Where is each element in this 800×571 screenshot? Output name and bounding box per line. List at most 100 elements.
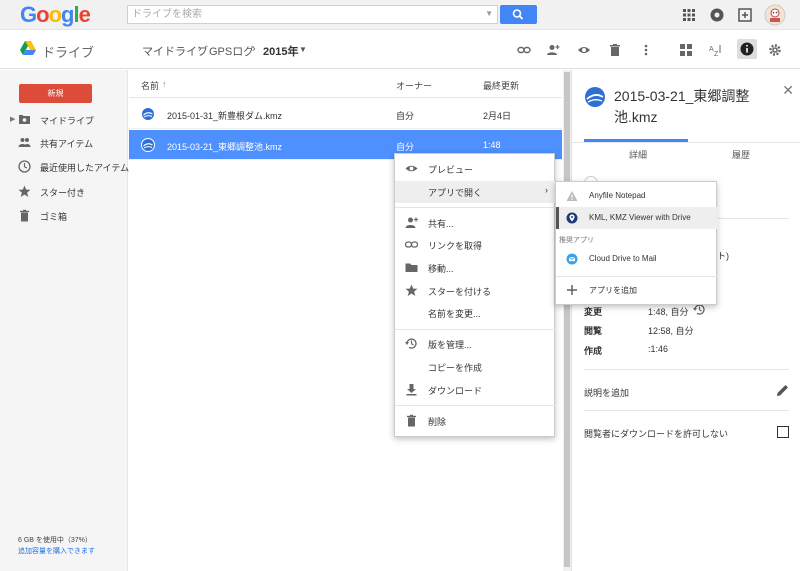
share-icon [405,216,418,229]
my-drive-icon [18,113,31,126]
sort-arrow-icon[interactable]: ↑ [162,79,167,89]
edit-pencil-icon[interactable] [776,384,789,400]
menu-item-label: 版を管理... [428,340,472,350]
preview-eye-icon[interactable] [577,43,591,57]
sidebar-item-recent[interactable]: 最近使用したアイテム [0,157,129,177]
suggested-apps-heading: 推奨アプリ [559,237,594,244]
created-label: 作成 [584,346,603,356]
menu-item-label: スターを付ける [428,287,492,297]
created-value: :1:46 [648,344,669,354]
tab-details[interactable]: 詳細 [629,148,647,161]
svg-text:Z: Z [714,51,719,57]
list-scrollbar[interactable] [563,70,571,571]
drive-logo-icon[interactable] [20,41,36,58]
storage-info: 6 GB を使用中（37%） 追加容量を購入できます [18,535,95,557]
file-name: 2015-01-31_新豊根ダム.kmz [167,111,283,121]
divider [395,207,556,208]
menu-item-make-copy[interactable]: コピーを作成 [395,356,556,378]
app-title[interactable]: ドライブ [42,42,94,61]
more-options-icon[interactable] [639,43,653,57]
trash-icon [18,209,31,222]
kmz-file-icon [141,107,155,121]
search-box: ▼ [127,5,498,24]
warning-icon [566,190,578,202]
column-header-modified[interactable]: 最終更新 [483,79,519,92]
sidebar-item-my-drive[interactable]: ▶ マイドライブ [0,110,128,130]
download-icon [405,383,418,396]
sidebar-item-label: ゴミ箱 [40,212,68,222]
folder-menu-chevron-down-icon[interactable]: ▼ [299,45,307,54]
share-person-icon[interactable] [546,43,560,57]
menu-item-download[interactable]: ダウンロード [395,379,556,401]
clock-icon [18,160,31,173]
details-toggle-button[interactable] [737,39,757,59]
expand-arrow-icon[interactable]: ▶ [10,115,15,123]
divider [584,410,789,411]
close-icon[interactable]: ✕ [782,82,794,99]
menu-item-star[interactable]: スターを付ける [395,280,556,302]
history-icon[interactable] [693,303,706,319]
top-bar: Google ▼ [0,0,800,30]
table-row[interactable]: 2015-01-31_新豊根ダム.kmz 自分 2月4日 [129,99,562,129]
new-button[interactable]: 新規 [19,84,92,103]
info-icon [740,42,754,56]
star-icon [18,185,31,198]
google-logo[interactable]: Google [20,2,91,28]
sidebar: 新規 ▶ マイドライブ 共有アイテム 最近使用したアイテム スター付き ゴミ箱 … [0,70,129,571]
menu-item-rename[interactable]: 名前を変更... [395,302,556,324]
sidebar-item-label: マイドライブ [40,116,95,126]
delete-trash-icon[interactable] [608,43,622,57]
menu-item-delete[interactable]: 削除 [395,410,556,432]
app-item-cloud-drive-to-mail[interactable]: Cloud Drive to Mail [556,248,718,270]
add-description[interactable]: 説明を追加 [584,386,629,399]
breadcrumb-gps-log[interactable]: GPSログ [209,43,254,59]
breadcrumb-current-folder[interactable]: 2015年 [263,43,298,59]
apps-grid-icon[interactable] [681,7,697,23]
sidebar-item-starred[interactable]: スター付き [0,182,128,202]
menu-item-manage-versions[interactable]: 版を管理... [395,333,556,355]
detail-fragment: ト) [717,251,729,261]
breadcrumb-separator-icon: › [198,43,202,55]
menu-item-label: 共有... [428,219,454,229]
file-modified: 2月4日 [483,111,512,121]
menu-item-label: 削除 [428,417,447,427]
add-app-item[interactable]: アプリを追加 [556,279,718,301]
menu-item-label: コピーを作成 [428,363,483,373]
app-item-kml-viewer[interactable]: KML, KMZ Viewer with Drive [556,207,718,229]
search-input[interactable] [128,6,478,23]
settings-gear-icon[interactable] [768,43,782,57]
notifications-icon[interactable] [709,7,725,23]
column-header-owner[interactable]: オーナー [396,79,432,92]
menu-item-open-with[interactable]: アプリで開く › [395,181,556,203]
app-item-label: Cloud Drive to Mail [589,254,657,263]
grid-view-icon[interactable] [679,43,693,57]
sidebar-item-trash[interactable]: ゴミ箱 [0,206,128,226]
menu-item-share[interactable]: 共有... [395,212,556,234]
add-share-icon[interactable] [737,7,753,23]
get-link-icon[interactable] [517,43,531,57]
scrollbar-thumb[interactable] [564,72,570,567]
divider [395,329,556,330]
search-icon [512,9,524,20]
app-item-anyfile-notepad[interactable]: Anyfile Notepad [556,185,718,207]
list-header: 名前 ↑ オーナー 最終更新 [129,70,562,98]
column-header-name[interactable]: 名前 [141,79,159,92]
sidebar-item-label: スター付き [40,188,86,198]
menu-item-move[interactable]: 移動... [395,257,556,279]
menu-item-get-link[interactable]: リンクを取得 [395,234,556,256]
sidebar-item-label: 共有アイテム [40,139,94,149]
tab-activity[interactable]: 履歴 [732,148,750,161]
file-name: 2015-03-21_東郷調整池.kmz [167,142,283,152]
menu-item-preview[interactable]: プレビュー [395,158,556,180]
disable-download-checkbox[interactable] [777,426,789,438]
add-app-label: アプリを追加 [589,286,637,295]
search-button[interactable] [500,5,537,24]
avatar[interactable] [764,4,786,26]
sidebar-item-shared[interactable]: 共有アイテム [0,133,128,153]
buy-storage-link[interactable]: 追加容量を購入できます [18,546,95,557]
search-options-icon[interactable]: ▼ [485,9,493,18]
plus-icon [566,284,578,296]
sort-az-icon[interactable]: AZ [708,43,722,58]
star-icon [405,284,418,297]
app-item-label: Anyfile Notepad [589,191,646,200]
